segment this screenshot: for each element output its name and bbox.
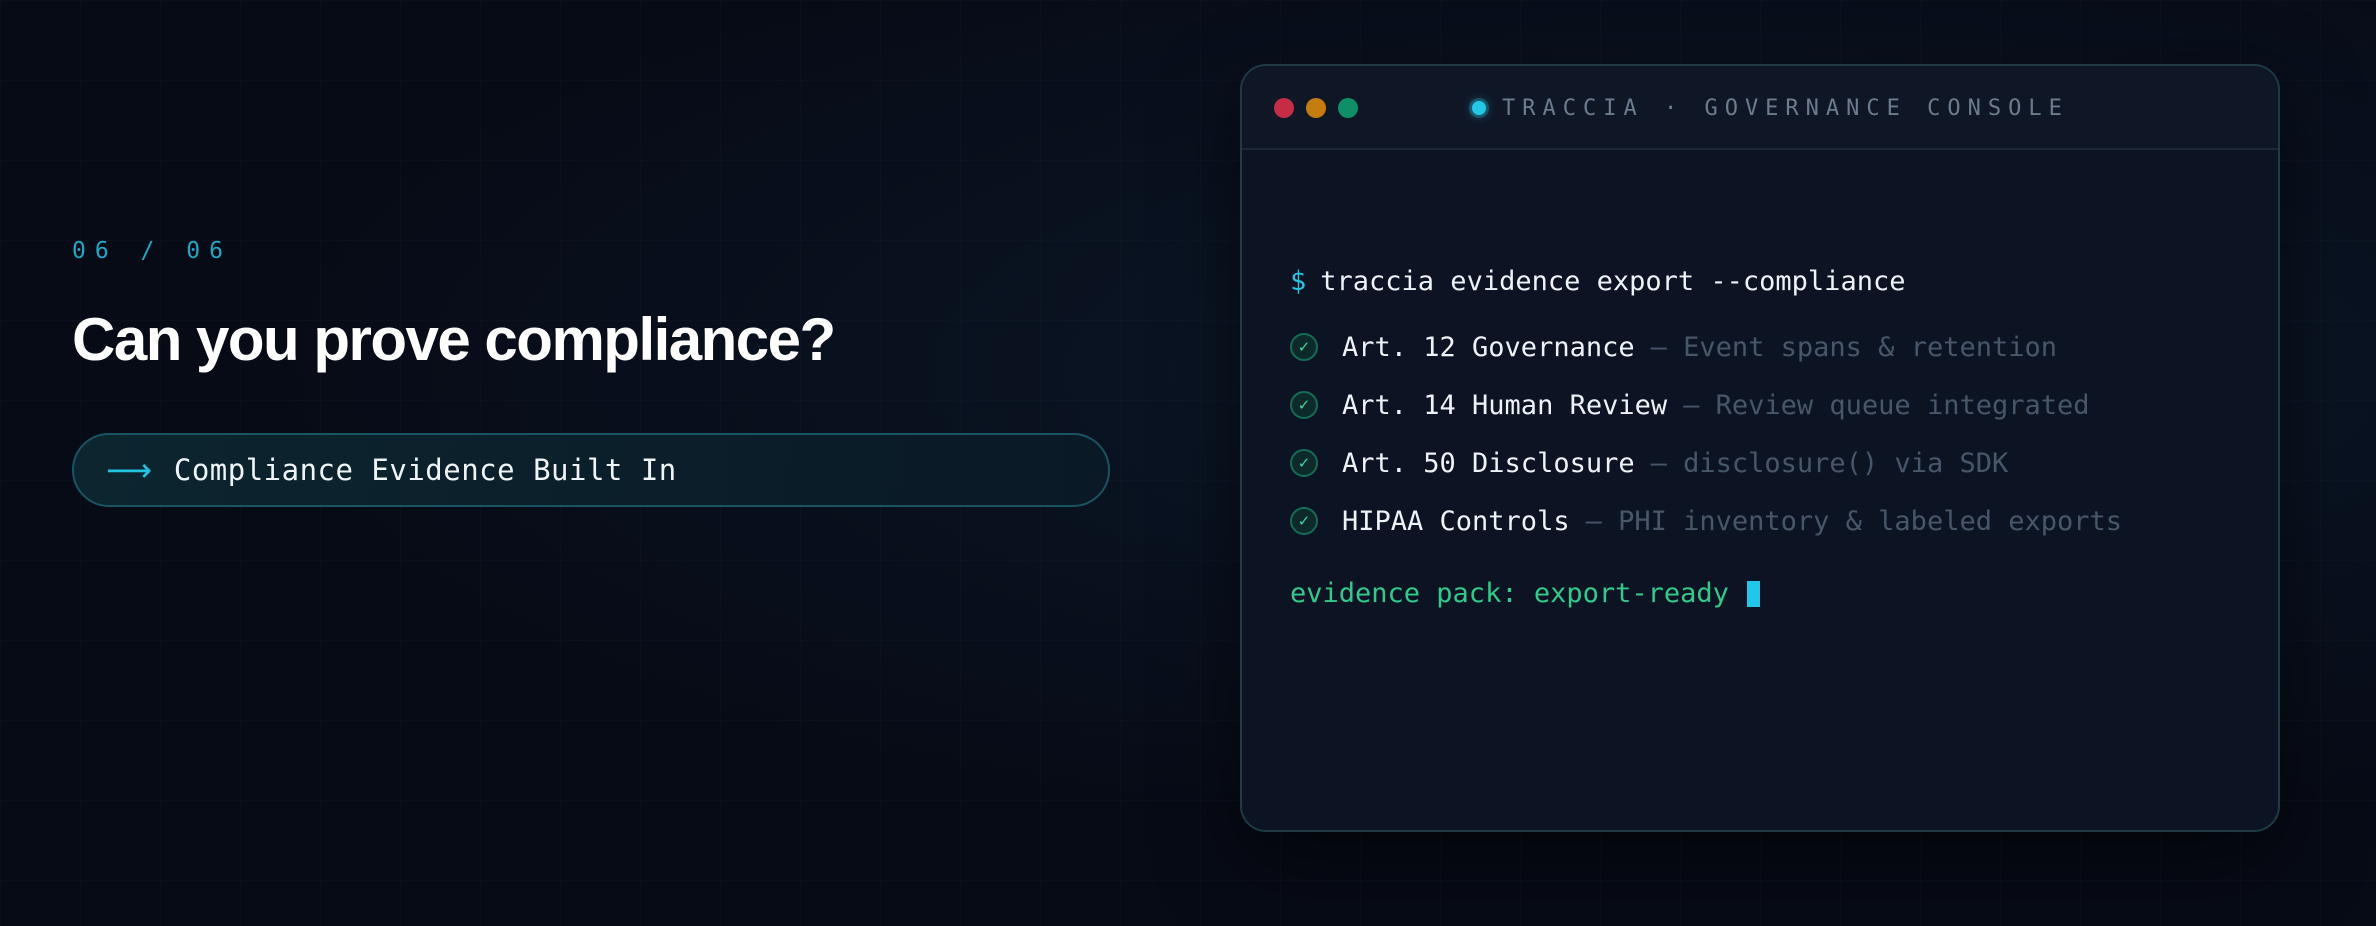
terminal-titlebar: TRACCIA · GOVERNANCE CONSOLE	[1242, 66, 2278, 150]
check-item-description: — Review queue integrated	[1683, 389, 2090, 421]
status-line: evidence pack: export-ready	[1290, 580, 1760, 607]
status-text: evidence pack: export-ready	[1290, 578, 1729, 609]
terminal-window: TRACCIA · GOVERNANCE CONSOLE $ traccia ev…	[1240, 64, 2280, 832]
prompt-symbol: $	[1290, 266, 1307, 297]
check-circle-icon: ✓	[1290, 333, 1318, 361]
text-cursor-icon	[1746, 580, 1760, 607]
check-item-label: Art. 50 Disclosure	[1342, 447, 1635, 479]
check-item: ✓ HIPAA Controls — PHI inventory & label…	[1290, 507, 2122, 535]
check-item-label: HIPAA Controls	[1342, 505, 1570, 537]
check-circle-icon: ✓	[1290, 507, 1318, 535]
check-circle-icon: ✓	[1290, 391, 1318, 419]
check-item-description: — PHI inventory & labeled exports	[1585, 505, 2123, 537]
check-item-description: — disclosure() via SDK	[1650, 447, 2009, 479]
check-item: ✓ Art. 50 Disclosure — disclosure() via …	[1290, 449, 2008, 477]
check-item-label: Art. 12 Governance	[1342, 331, 1635, 363]
check-item: ✓ Art. 14 Human Review — Review queue in…	[1290, 391, 2090, 419]
window-title-group: TRACCIA · GOVERNANCE CONSOLE	[1472, 66, 2069, 150]
window-title: TRACCIA · GOVERNANCE CONSOLE	[1502, 95, 2069, 121]
slide-counter: 06 / 06	[72, 238, 232, 264]
page-title: Can you prove compliance?	[72, 306, 836, 373]
compliance-evidence-button[interactable]: ⟶ Compliance Evidence Built In	[72, 433, 1110, 507]
check-item: ✓ Art. 12 Governance — Event spans & ret…	[1290, 333, 2057, 361]
status-dot-icon	[1472, 101, 1486, 115]
arrow-right-icon: ⟶	[106, 451, 152, 489]
window-controls	[1274, 98, 1358, 118]
slide-content: 06 / 06 Can you prove compliance? ⟶ Comp…	[72, 0, 1112, 926]
minimize-window-icon[interactable]	[1306, 98, 1326, 118]
command-line: $ traccia evidence export --compliance	[1290, 268, 1905, 295]
check-circle-icon: ✓	[1290, 449, 1318, 477]
check-item-description: — Event spans & retention	[1650, 331, 2057, 363]
command-text: traccia evidence export --compliance	[1320, 266, 1906, 297]
maximize-window-icon[interactable]	[1338, 98, 1358, 118]
check-item-label: Art. 14 Human Review	[1342, 389, 1668, 421]
compliance-evidence-label: Compliance Evidence Built In	[173, 453, 677, 487]
close-window-icon[interactable]	[1274, 98, 1294, 118]
